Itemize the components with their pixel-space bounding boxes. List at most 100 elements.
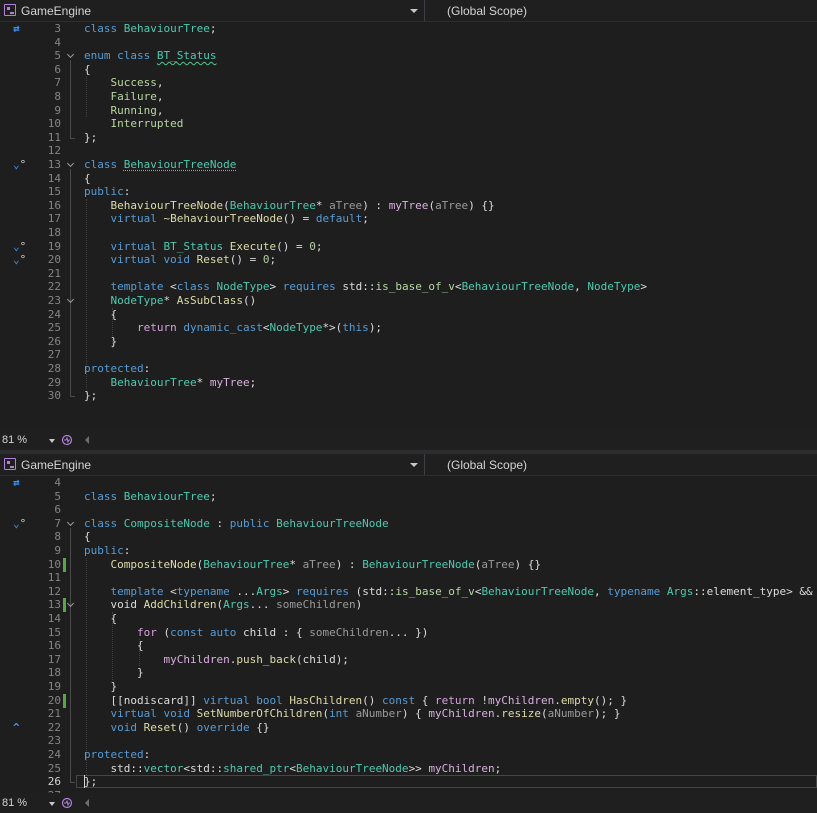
- code-line[interactable]: 8 Failure,: [0, 90, 817, 104]
- code-text[interactable]: {: [84, 63, 91, 77]
- code-text[interactable]: Running,: [84, 104, 164, 118]
- code-line[interactable]: 26 }: [0, 335, 817, 349]
- code-text[interactable]: for (const auto child : { someChildren..…: [84, 626, 428, 640]
- code-line[interactable]: 23: [0, 734, 817, 748]
- code-line[interactable]: 16 BehaviourTreeNode(BehaviourTree* aTre…: [0, 199, 817, 213]
- code-line[interactable]: 23 NodeType* AsSubClass(): [0, 294, 817, 308]
- code-line[interactable]: 9 Running,: [0, 104, 817, 118]
- code-text[interactable]: BehaviourTree* myTree;: [84, 376, 257, 390]
- code-line[interactable]: 25 std::vector<std::shared_ptr<Behaviour…: [0, 762, 817, 776]
- code-line[interactable]: 19 virtual BT_Status Execute() = 0; ⌄°: [0, 240, 817, 254]
- fold-chevron-icon[interactable]: [66, 159, 75, 168]
- code-text[interactable]: enum class BT_Status: [84, 49, 216, 63]
- code-text[interactable]: {: [84, 172, 91, 186]
- code-line[interactable]: 6{: [0, 63, 817, 77]
- fold-chevron-icon[interactable]: [66, 51, 75, 59]
- swap-icon[interactable]: ⇄: [13, 23, 20, 35]
- code-line[interactable]: 10 CompositeNode(BehaviourTree* aTree) :…: [0, 557, 817, 572]
- code-line[interactable]: 13 void AddChildren(Args... someChildren…: [0, 598, 817, 613]
- code-text[interactable]: protected:: [84, 748, 150, 762]
- code-line[interactable]: 22 void Reset() override {} ^: [0, 721, 817, 735]
- code-text[interactable]: Success,: [84, 76, 164, 90]
- code-line[interactable]: 29 BehaviourTree* myTree;: [0, 376, 817, 390]
- scroll-left-icon[interactable]: [85, 799, 89, 807]
- code-text[interactable]: NodeType* AsSubClass(): [84, 294, 257, 308]
- chevron-down-icon[interactable]: [410, 463, 418, 467]
- code-line[interactable]: 25 return dynamic_cast<NodeType*>(this);: [0, 321, 817, 335]
- code-text[interactable]: }: [84, 335, 117, 349]
- code-line[interactable]: 30};: [0, 389, 817, 403]
- code-line[interactable]: 16 {: [0, 639, 817, 653]
- code-text[interactable]: virtual ~BehaviourTreeNode() = default;: [84, 212, 369, 226]
- code-line[interactable]: 5 enum class BT_Status: [0, 49, 817, 63]
- code-line[interactable]: 21 virtual void SetNumberOfChildren (int …: [0, 707, 817, 721]
- chevron-down-icon[interactable]: [49, 802, 55, 806]
- code-text[interactable]: void Reset() override {}: [84, 721, 270, 735]
- code-line[interactable]: 7 class CompositeNode : public BehaviourT…: [0, 517, 817, 531]
- code-text[interactable]: class BehaviourTreeNode: [84, 158, 236, 172]
- code-text[interactable]: {: [84, 530, 91, 544]
- code-text[interactable]: template <typename ...Args> requires (st…: [84, 585, 817, 599]
- code-line[interactable]: 10 Interrupted: [0, 117, 817, 131]
- code-text[interactable]: std::vector<std::shared_ptr<BehaviourTre…: [84, 762, 501, 776]
- code-line[interactable]: 4: [0, 36, 817, 50]
- fold-chevron-icon[interactable]: [66, 600, 75, 608]
- code-line[interactable]: 15 for (const auto child : { someChildre…: [0, 626, 817, 640]
- scope-dropdown[interactable]: (Global Scope): [425, 454, 817, 475]
- code-text[interactable]: virtual void SetNumberOfChildren (int aNu…: [84, 707, 621, 721]
- code-line[interactable]: 24 {: [0, 308, 817, 322]
- code-line[interactable]: 9 public:: [0, 544, 817, 558]
- code-text[interactable]: public:: [84, 185, 130, 199]
- code-text[interactable]: class BehaviourTree;: [84, 490, 216, 504]
- code-text[interactable]: protected:: [84, 362, 150, 376]
- swap-icon[interactable]: ⇄: [13, 477, 20, 489]
- code-line[interactable]: 15 public:: [0, 185, 817, 199]
- code-text[interactable]: };: [84, 389, 97, 403]
- override-icon[interactable]: ⌄°: [13, 240, 26, 253]
- code-line[interactable]: 21: [0, 267, 817, 281]
- code-text[interactable]: virtual BT_Status Execute() = 0;: [84, 240, 323, 254]
- code-text[interactable]: public:: [84, 544, 130, 558]
- code-text[interactable]: }: [84, 680, 117, 694]
- code-line[interactable]: 17 virtual ~BehaviourTreeNode() = defaul…: [0, 212, 817, 226]
- code-line[interactable]: 27: [0, 348, 817, 362]
- overrides-up-icon[interactable]: ^: [13, 721, 20, 734]
- code-line[interactable]: 5 class BehaviourTree;: [0, 490, 817, 504]
- code-text[interactable]: template <class NodeType> requires std::…: [84, 280, 648, 294]
- code-line[interactable]: 18: [0, 226, 817, 240]
- code-line[interactable]: 7 Success,: [0, 76, 817, 90]
- code-line[interactable]: 20 virtual void Reset() = 0; ⌄°: [0, 253, 817, 267]
- zoom-level[interactable]: 81 %: [2, 797, 27, 809]
- code-line[interactable]: 12 template <typename ...Args> requires …: [0, 585, 817, 599]
- code-line[interactable]: 6: [0, 503, 817, 517]
- code-health-icon[interactable]: [61, 434, 73, 446]
- code-text[interactable]: {: [84, 612, 117, 626]
- code-line[interactable]: 8{: [0, 530, 817, 544]
- code-line[interactable]: 3 class BehaviourTree; ⇄: [0, 22, 817, 36]
- project-dropdown[interactable]: GameEngine: [0, 454, 425, 475]
- scope-dropdown[interactable]: (Global Scope): [425, 0, 817, 21]
- code-line[interactable]: 24 protected:: [0, 748, 817, 762]
- code-line[interactable]: 18 }: [0, 666, 817, 680]
- code-text[interactable]: }: [84, 666, 144, 680]
- code-text[interactable]: class BehaviourTree;: [84, 22, 216, 36]
- code-line[interactable]: 17 myChildren.push_back(child);: [0, 653, 817, 667]
- code-line[interactable]: 22 template <class NodeType> requires st…: [0, 280, 817, 294]
- override-icon[interactable]: ⌄°: [13, 254, 26, 266]
- fold-chevron-icon[interactable]: [66, 295, 75, 304]
- code-text[interactable]: return dynamic_cast<NodeType*>(this);: [84, 321, 382, 335]
- fold-chevron-icon[interactable]: [66, 518, 75, 526]
- code-line[interactable]: 14 {: [0, 172, 817, 186]
- code-health-icon[interactable]: [61, 797, 73, 809]
- code-editor[interactable]: 4 ⇄ 5 class BehaviourTree; 6 7 class Composite…: [0, 476, 817, 802]
- code-text[interactable]: };: [84, 131, 97, 145]
- code-text[interactable]: {: [84, 639, 144, 653]
- override-icon[interactable]: ⌄°: [13, 517, 26, 530]
- code-line[interactable]: 14 {: [0, 612, 817, 626]
- code-text[interactable]: virtual void Reset() = 0;: [84, 253, 277, 267]
- scroll-left-icon[interactable]: [85, 436, 89, 444]
- code-text[interactable]: void AddChildren(Args... someChildren): [84, 598, 362, 612]
- code-text[interactable]: myChildren.push_back(child);: [84, 653, 348, 667]
- code-text[interactable]: Interrupted: [84, 117, 184, 131]
- chevron-down-icon[interactable]: [49, 439, 55, 443]
